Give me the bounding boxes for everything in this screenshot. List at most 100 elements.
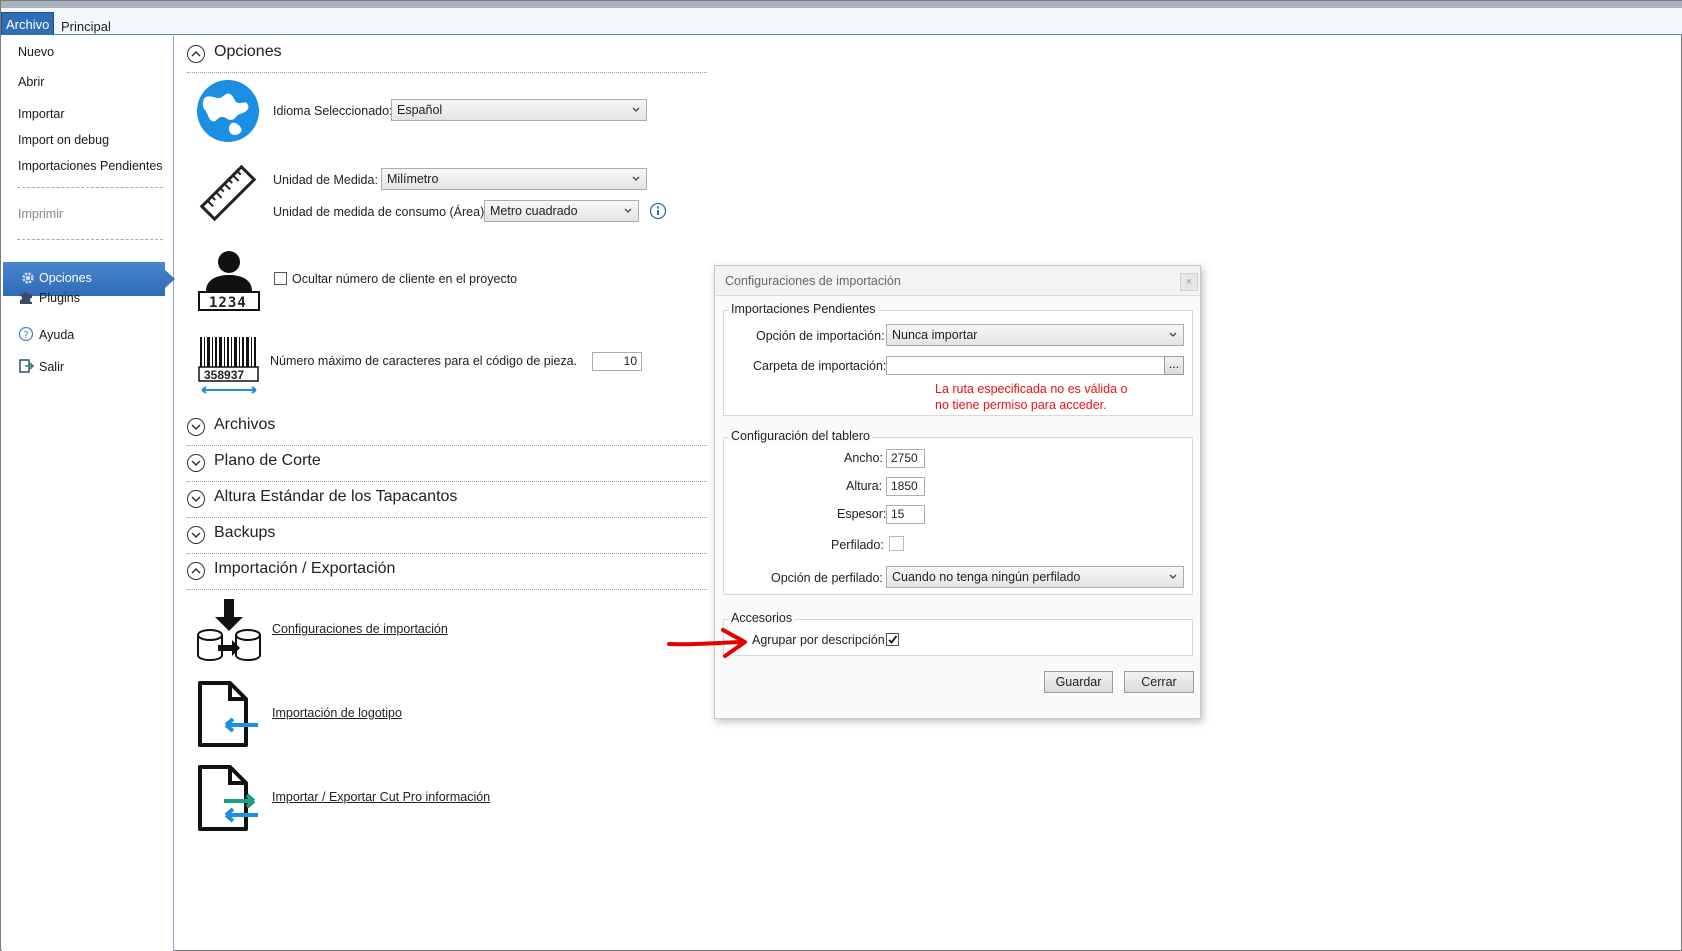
tab-archivo[interactable]: Archivo [1,12,55,35]
opcion-importacion-select[interactable]: Nunca importar [886,324,1184,346]
annotation-arrow-icon [667,628,747,658]
section-title: Opciones [214,43,282,60]
ancho-input[interactable]: 2750 [886,449,925,468]
chevron-up-icon [187,562,205,580]
ruler-icon [199,164,257,222]
chevron-down-icon [187,454,205,472]
chevron-down-icon [1169,332,1177,337]
backstage-sidebar: Nuevo Abrir Importar Import on debug Imp… [2,36,175,951]
link-importacion-logotipo[interactable]: Importación de logotipo [272,706,402,720]
idioma-select[interactable]: Español [391,99,647,121]
dialog-title: Configuraciones de importación [725,274,901,288]
link-configuraciones-importacion[interactable]: Configuraciones de importación [272,622,448,636]
title-strip [1,1,1682,8]
section-divider [187,517,707,518]
puzzle-icon [20,292,32,304]
chevron-down-icon [187,490,205,508]
import-settings-dialog: Configuraciones de importación × Importa… [714,265,1201,719]
group-title: Accesorios [729,611,795,625]
chevron-down-icon [187,418,205,436]
menu-abrir[interactable]: Abrir [18,75,44,89]
opcion-importacion-value: Nunca importar [892,328,978,342]
sidebar-item-salir[interactable]: Salir [39,360,64,374]
unidad-label: Unidad de Medida: [273,173,378,187]
menu-nuevo[interactable]: Nuevo [18,45,54,59]
ocultar-label: Ocultar número de cliente en el proyecto [292,272,518,286]
consumo-select[interactable]: Metro cuadrado [484,200,639,222]
svg-text:?: ? [23,330,28,341]
sidebar-item-ayuda[interactable]: Ayuda [39,328,74,342]
section-plano-de-corte[interactable]: Plano de Corte [187,450,707,482]
checkmark-icon [888,635,898,644]
section-altura-tapacantos[interactable]: Altura Estándar de los Tapacantos [187,486,707,518]
chevron-down-icon [187,526,205,544]
agrupar-label: Agrupar por descripción [752,633,885,647]
altura-label: Altura: [846,479,883,493]
section-title: Importación / Exportación [214,560,396,577]
cerrar-button[interactable]: Cerrar [1124,671,1194,693]
import-config-icon [197,599,261,662]
guardar-button[interactable]: Guardar [1044,671,1113,693]
dialog-titlebar: Configuraciones de importación × [715,266,1200,296]
menu-importar[interactable]: Importar [18,107,65,121]
section-title: Altura Estándar de los Tapacantos [214,488,458,505]
section-title: Plano de Corte [214,452,321,469]
menu-separator [17,187,163,188]
carpeta-importacion-label: Carpeta de importación: [753,359,887,373]
perfilado-checkbox[interactable] [889,536,904,551]
consumo-label: Unidad de medida de consumo (Área): [273,205,488,219]
globe-icon [197,80,259,142]
app-window: Archivo Principal Nuevo Abrir Importar I… [0,0,1682,951]
section-divider [187,589,707,590]
tab-principal[interactable]: Principal [57,15,115,38]
client-number-text: 1234 [209,295,247,311]
menu-importaciones-pendientes[interactable]: Importaciones Pendientes [18,159,163,173]
section-importacion-exportacion[interactable]: Importación / Exportación [187,558,707,590]
info-icon[interactable] [649,202,667,220]
espesor-input[interactable]: 15 [886,505,925,524]
menu-import-on-debug[interactable]: Import on debug [18,133,109,147]
unidad-value: Milímetro [387,172,439,186]
ocultar-checkbox[interactable] [274,272,287,285]
idioma-label: Idioma Seleccionado: [273,104,393,118]
opcion-perfilado-label: Opción de perfilado: [771,571,883,585]
link-importar-exportar-cutpro[interactable]: Importar / Exportar Cut Pro información [272,790,490,804]
error-message-line1: La ruta especificada no es válida o [935,382,1128,396]
close-icon[interactable]: × [1180,273,1198,291]
section-divider [187,72,707,73]
agrupar-checkbox[interactable] [886,633,899,646]
opcion-perfilado-value: Cuando no tenga ningún perfilado [892,570,1081,584]
chevron-down-icon [632,176,640,181]
opcion-importacion-label: Opción de importación: [756,329,885,343]
sidebar-item-label: Opciones [39,271,92,285]
maxchar-label: Número máximo de caracteres para el códi… [270,354,578,368]
logo-import-icon [198,681,258,747]
browse-button[interactable]: ... [1164,356,1184,375]
section-opciones[interactable]: Opciones [187,41,707,73]
section-title: Archivos [214,416,276,433]
opcion-perfilado-select[interactable]: Cuando no tenga ningún perfilado [886,566,1184,588]
chevron-up-icon [187,45,205,63]
section-backups[interactable]: Backups [187,522,707,554]
section-divider [187,445,707,446]
exit-icon [19,359,34,373]
ribbon-bar: Archivo Principal [1,8,1682,35]
altura-input[interactable]: 1850 [886,477,925,496]
chevron-down-icon [1169,574,1177,579]
carpeta-importacion-input[interactable] [886,356,1165,375]
help-icon: ? [18,326,34,342]
maxchar-input[interactable]: 10 [592,352,642,371]
barcode-number-text: 358937 [204,368,245,382]
sidebar-item-plugins[interactable]: Plugins [39,291,80,305]
menu-imprimir[interactable]: Imprimir [18,207,63,221]
consumo-value: Metro cuadrado [490,204,578,218]
section-title: Backups [214,524,276,541]
group-title: Importaciones Pendientes [729,302,878,316]
section-divider [187,553,707,554]
perfilado-label: Perfilado: [831,538,884,552]
section-archivos[interactable]: Archivos [187,414,707,446]
idioma-value: Español [397,103,443,117]
ancho-label: Ancho: [844,451,883,465]
chevron-down-icon [632,107,640,112]
unidad-select[interactable]: Milímetro [381,168,647,190]
